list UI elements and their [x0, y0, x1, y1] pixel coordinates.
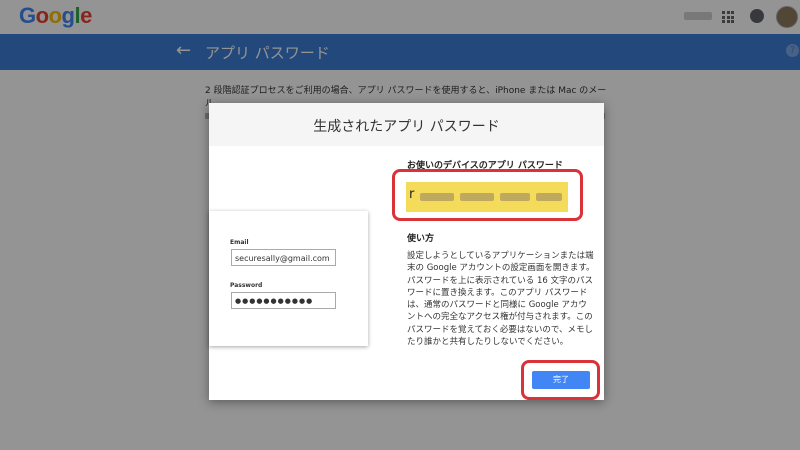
usage-instructions: 設定しようとしているアプリケーションまたは端末の Google アカウントの設定…: [407, 251, 595, 348]
done-highlight-box: 完了: [521, 360, 600, 400]
done-button[interactable]: 完了: [532, 371, 590, 389]
app-password-dialog: 生成されたアプリ パスワード Email securesally@gmail.c…: [209, 103, 604, 400]
dialog-title: 生成されたアプリ パスワード: [313, 119, 500, 135]
generated-password[interactable]: r: [406, 182, 568, 212]
email-field: securesally@gmail.com: [231, 249, 336, 266]
password-blurred-segment: [500, 193, 530, 201]
password-blurred-segment: [420, 193, 454, 201]
usage-heading: 使い方: [407, 234, 435, 244]
password-blurred-segment: [536, 193, 562, 201]
dialog-header: 生成されたアプリ パスワード: [209, 103, 604, 146]
password-first-char: r: [409, 187, 415, 202]
modal-overlay-top: [0, 0, 800, 34]
password-label: Password: [230, 282, 263, 289]
login-illustration: Email securesally@gmail.com Password ●●●…: [209, 211, 368, 346]
email-label: Email: [230, 239, 249, 246]
password-field: ●●●●●●●●●●●: [231, 292, 336, 309]
modal-overlay-header: [0, 34, 800, 70]
password-blurred-segment: [460, 193, 494, 201]
password-highlight-box: r: [392, 169, 583, 221]
